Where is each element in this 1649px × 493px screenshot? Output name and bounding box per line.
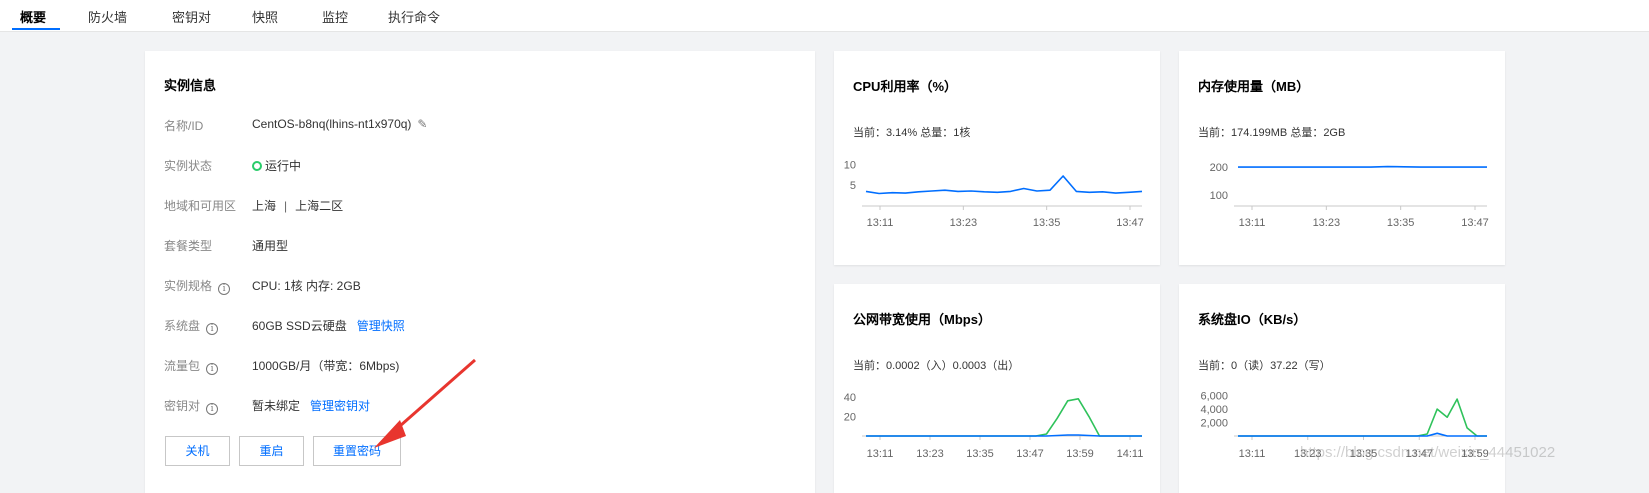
disk-value: 60GB SSD云硬盘 管理快照 — [252, 317, 405, 334]
active-tab-indicator — [12, 28, 60, 30]
x-tick-label: 13:11 — [1239, 217, 1266, 229]
plan-label: 套餐类型 — [164, 239, 213, 253]
x-tick-label: 13:23 — [916, 448, 944, 460]
y-tick-label: 2,000 — [1200, 418, 1228, 430]
disk-io-title: 系统盘IO（KB/s） — [1198, 312, 1307, 327]
y-tick-label: 100 — [1210, 190, 1228, 202]
keypair-label-text: 密钥对 — [164, 399, 201, 413]
status-label: 实例状态 — [164, 159, 213, 173]
restart-button[interactable]: 重启 — [239, 436, 304, 466]
plan-value: 通用型 — [252, 239, 289, 253]
bandwidth-title: 公网带宽使用（Mbps） — [853, 312, 991, 327]
info-icon[interactable]: i — [206, 323, 219, 335]
name-value: CentOS-b8nq(lhins-nt1x970q) ✎ — [252, 117, 427, 131]
spec-label-text: 实例规格 — [164, 279, 213, 293]
instance-name: CentOS-b8nq(lhins-nt1x970q) — [252, 117, 412, 131]
row-name: 名称/ID CentOS-b8nq(lhins-nt1x970q) ✎ — [145, 115, 815, 135]
x-tick-label: 13:59 — [1066, 448, 1094, 460]
y-tick-label: 6,000 — [1200, 391, 1228, 403]
info-icon[interactable]: i — [206, 363, 219, 375]
bandwidth-chart: 20 40 13:11 13:23 13:35 13:47 13:59 14:11 — [844, 392, 1144, 460]
annotation-arrow — [374, 358, 476, 448]
traffic-label: 流量包 i — [164, 357, 219, 375]
y-tick-label: 10 — [844, 159, 856, 171]
row-plan: 套餐类型 通用型 — [145, 235, 815, 255]
info-icon[interactable]: i — [218, 283, 231, 295]
cpu-title: CPU利用率（%） — [853, 79, 958, 94]
tab-snapshot[interactable]: 快照 — [252, 7, 278, 32]
memory-subtitle: 当前：174.199MB 总量：2GB — [1198, 127, 1346, 139]
keypair-label: 密钥对 i — [164, 397, 219, 415]
watermark-text: https://blog.csdn.net/weixin_44451022 — [1300, 444, 1556, 461]
tab-run-command[interactable]: 执行命令 — [388, 7, 440, 32]
info-icon[interactable]: i — [206, 403, 219, 415]
x-tick-label: 13:35 — [966, 448, 994, 460]
y-tick-label: 40 — [844, 392, 856, 404]
y-tick-label: 20 — [844, 411, 856, 423]
cpu-chart: 5 10 13:11 13:23 13:35 13:47 — [844, 159, 1144, 229]
instance-info-title: 实例信息 — [164, 78, 217, 93]
keypair-value: 暂未绑定 管理密钥对 — [252, 397, 370, 414]
region-label: 地域和可用区 — [164, 199, 237, 213]
disk-io-subtitle: 当前：0（读）37.22（写） — [1198, 360, 1331, 372]
memory-chart: 100 200 13:11 13:23 13:35 13:47 — [1210, 162, 1489, 229]
disk-io-metric-card: 系统盘IO（KB/s） 当前：0（读）37.22（写） 2,000 4,000 6,… — [1179, 284, 1505, 493]
traffic-label-text: 流量包 — [164, 359, 201, 373]
x-tick-label: 13:47 — [1016, 448, 1044, 460]
row-status: 实例状态 运行中 — [145, 155, 815, 175]
series-line-0 — [865, 175, 1143, 195]
tab-keypair[interactable]: 密钥对 — [172, 7, 211, 32]
spec-label: 实例规格 i — [164, 277, 231, 295]
status-value: 运行中 — [252, 157, 301, 174]
x-tick-label: 13:11 — [1239, 448, 1266, 460]
x-tick-label: 14:11 — [1117, 448, 1144, 460]
region-separator: | — [284, 199, 288, 213]
running-status-icon — [252, 161, 262, 171]
manage-snapshot-link[interactable]: 管理快照 — [357, 319, 405, 333]
row-spec: 实例规格 i CPU: 1核 内存: 2GB — [145, 275, 815, 295]
disk-io-chart: 2,0004,0006,00013:11 13:23 13:35 13:47 13:59 — [1200, 391, 1488, 460]
cpu-metric-card: CPU利用率（%） 当前：3.14% 总量：1核 5 10 13:11 13:23 13… — [834, 51, 1160, 265]
series-line-0 — [1238, 398, 1487, 437]
zone-text: 上海二区 — [295, 199, 344, 213]
series-line-0 — [1238, 165, 1487, 168]
region-text: 上海 — [252, 199, 277, 213]
disk-label: 系统盘 i — [164, 317, 219, 335]
memory-title: 内存使用量（MB） — [1198, 79, 1310, 94]
row-region: 地域和可用区 上海 | 上海二区 — [145, 195, 815, 215]
y-tick-label: 4,000 — [1200, 404, 1228, 416]
x-tick-label: 13:11 — [867, 217, 894, 229]
series-line-1 — [1238, 432, 1487, 437]
y-tick-label: 200 — [1210, 162, 1228, 174]
x-tick-label: 13:47 — [1116, 217, 1144, 229]
shutdown-button[interactable]: 关机 — [165, 436, 230, 466]
region-value: 上海 | 上海二区 — [252, 197, 343, 214]
disk-text: 60GB SSD云硬盘 — [252, 319, 347, 333]
y-tick-label: 5 — [850, 180, 856, 192]
tab-monitor[interactable]: 监控 — [322, 7, 348, 32]
cpu-subtitle: 当前：3.14% 总量：1核 — [853, 127, 971, 139]
x-tick-label: 13:47 — [1461, 217, 1489, 229]
disk-label-text: 系统盘 — [164, 319, 201, 333]
tab-bar: 概要 防火墙 密钥对 快照 监控 执行命令 — [0, 0, 1649, 32]
name-label: 名称/ID — [164, 119, 204, 133]
x-tick-label: 13:23 — [1313, 217, 1341, 229]
series-line-1 — [866, 434, 1142, 437]
x-tick-label: 13:11 — [867, 448, 894, 460]
x-tick-label: 13:35 — [1387, 217, 1415, 229]
edit-icon[interactable]: ✎ — [417, 117, 427, 131]
row-disk: 系统盘 i 60GB SSD云硬盘 管理快照 — [145, 315, 815, 335]
tab-firewall[interactable]: 防火墙 — [88, 7, 127, 32]
x-tick-label: 13:35 — [1033, 217, 1061, 229]
bandwidth-subtitle: 当前：0.0002（入）0.0003（出） — [853, 360, 1020, 372]
status-text: 运行中 — [265, 159, 302, 173]
x-tick-label: 13:23 — [950, 217, 978, 229]
keypair-text: 暂未绑定 — [252, 399, 301, 413]
bandwidth-metric-card: 公网带宽使用（Mbps） 当前：0.0002（入）0.0003（出） 20 40 1… — [834, 284, 1160, 493]
spec-value: CPU: 1核 内存: 2GB — [252, 279, 361, 293]
series-line-0 — [866, 397, 1142, 437]
memory-metric-card: 内存使用量（MB） 当前：174.199MB 总量：2GB 100 200 13:1… — [1179, 51, 1505, 265]
